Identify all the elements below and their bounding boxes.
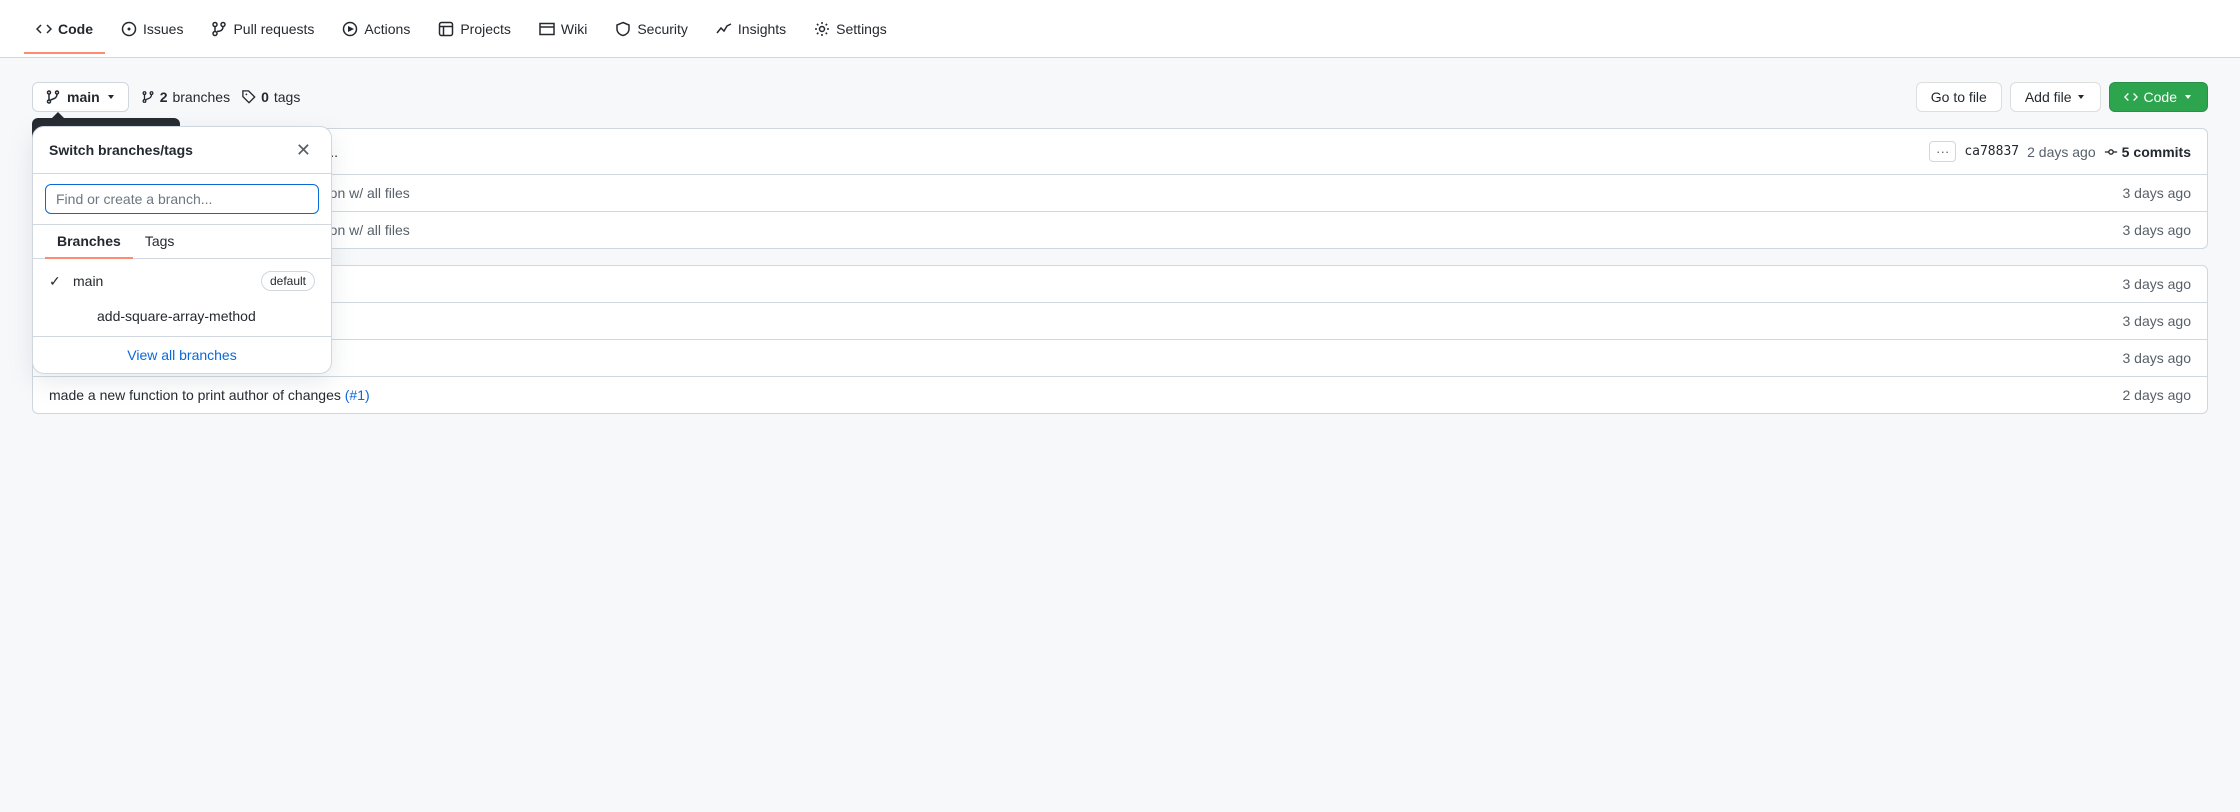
branches-count-link[interactable]: 2 branches <box>141 89 230 105</box>
nav-pullrequests[interactable]: Pull requests <box>199 13 326 45</box>
commits-count: 5 <box>2122 144 2130 160</box>
main-content: main Switch branches or tags 2 branches … <box>0 58 2240 438</box>
branch-search-input[interactable] <box>45 184 319 214</box>
log-row: First version w/ all files 3 days ago <box>33 266 2207 303</box>
nav-issues-label: Issues <box>143 21 183 37</box>
nav-security-label: Security <box>637 21 688 37</box>
log-row: made a new function to print author of c… <box>33 377 2207 413</box>
nav-security[interactable]: Security <box>603 13 700 45</box>
nav-settings-label: Settings <box>836 21 887 37</box>
tags-count-link[interactable]: 0 tags <box>242 89 300 105</box>
file-commit-msg: First version w/ all files <box>269 222 2111 238</box>
commit-message: de a new function to print author of cha… <box>69 144 1921 160</box>
file-time: 3 days ago <box>2123 185 2192 201</box>
branch-dropdown: Switch branches/tags ✕ Branches Tags ✓ m… <box>32 126 332 374</box>
commit-bar: ✓ de a new function to print author of c… <box>32 128 2208 174</box>
nav-settings[interactable]: Settings <box>802 13 899 45</box>
branch-name: main <box>67 89 100 105</box>
nav-actions[interactable]: Actions <box>330 13 422 45</box>
dropdown-search-area <box>33 174 331 225</box>
commit-time: 2 days ago <box>2027 144 2096 160</box>
commit-hash: ca78837 <box>1964 144 2019 159</box>
nav-projects-label: Projects <box>460 21 511 37</box>
toolbar-right: Go to file Add file Code <box>1916 82 2208 112</box>
branches-count: 2 <box>160 89 168 105</box>
branch-item-add-square[interactable]: ✓ add-square-array-method <box>33 299 331 332</box>
dropdown-close-button[interactable]: ✕ <box>292 139 315 161</box>
nav-issues[interactable]: Issues <box>109 13 195 45</box>
check-icon: ✓ <box>49 273 65 290</box>
nav-code[interactable]: Code <box>24 13 105 45</box>
log-time: 3 days ago <box>2123 313 2192 329</box>
nav-pr-label: Pull requests <box>233 21 314 37</box>
branch-item-main[interactable]: ✓ main default <box>33 263 331 299</box>
pr-link[interactable]: (#1) <box>345 387 370 403</box>
log-row: First version w/ all files 3 days ago <box>33 340 2207 377</box>
log-time: 3 days ago <box>2123 350 2192 366</box>
dropdown-title: Switch branches/tags <box>49 142 193 158</box>
repo-toolbar: main Switch branches or tags 2 branches … <box>32 82 2208 112</box>
nav-projects[interactable]: Projects <box>426 13 523 45</box>
tab-branches[interactable]: Branches <box>45 225 133 259</box>
nav-insights-label: Insights <box>738 21 786 37</box>
view-all-branches-link[interactable]: View all branches <box>33 336 331 373</box>
activity-log: First version w/ all files 3 days ago I'… <box>32 265 2208 414</box>
log-msg: made a new function to print author of c… <box>49 387 370 403</box>
file-commit-msg: First version w/ all files <box>269 185 2111 201</box>
log-time: 2 days ago <box>2123 387 2192 403</box>
file-table: .editorconfig First version w/ all files… <box>32 174 2208 249</box>
branch-selector-wrapper: main Switch branches or tags <box>32 82 129 112</box>
dropdown-tabs: Branches Tags <box>33 225 331 259</box>
dropdown-header: Switch branches/tags ✕ <box>33 127 331 174</box>
table-row: .gitignore First version w/ all files 3 … <box>33 212 2207 248</box>
nav-wiki[interactable]: Wiki <box>527 13 599 45</box>
branch-button[interactable]: main <box>32 82 129 112</box>
top-nav: Code Issues Pull requests Actions Projec… <box>0 0 2240 58</box>
go-to-file-button[interactable]: Go to file <box>1916 82 2002 112</box>
nav-wiki-label: Wiki <box>561 21 587 37</box>
tags-count: 0 <box>261 89 269 105</box>
commit-ellipsis-button[interactable]: ··· <box>1929 141 1956 162</box>
log-time: 3 days ago <box>2123 276 2192 292</box>
commits-label: commits <box>2133 144 2191 160</box>
nav-actions-label: Actions <box>364 21 410 37</box>
code-button[interactable]: Code <box>2109 82 2208 112</box>
nav-insights[interactable]: Insights <box>704 13 798 45</box>
log-row: I'm heppy with the automatic changes 3 d… <box>33 303 2207 340</box>
tab-tags[interactable]: Tags <box>133 225 187 259</box>
file-time: 3 days ago <box>2123 222 2192 238</box>
table-row: .editorconfig First version w/ all files… <box>33 175 2207 212</box>
dropdown-branch-list: ✓ main default ✓ add-square-array-method <box>33 259 331 336</box>
tags-label: tags <box>274 89 300 105</box>
nav-code-label: Code <box>58 21 93 37</box>
commits-count-link[interactable]: 5 commits <box>2104 144 2191 160</box>
branch-name-main: main <box>73 273 253 289</box>
branch-name-add-square: add-square-array-method <box>97 308 315 324</box>
default-badge: default <box>261 271 315 291</box>
add-file-button[interactable]: Add file <box>2010 82 2101 112</box>
branches-label: branches <box>172 89 230 105</box>
